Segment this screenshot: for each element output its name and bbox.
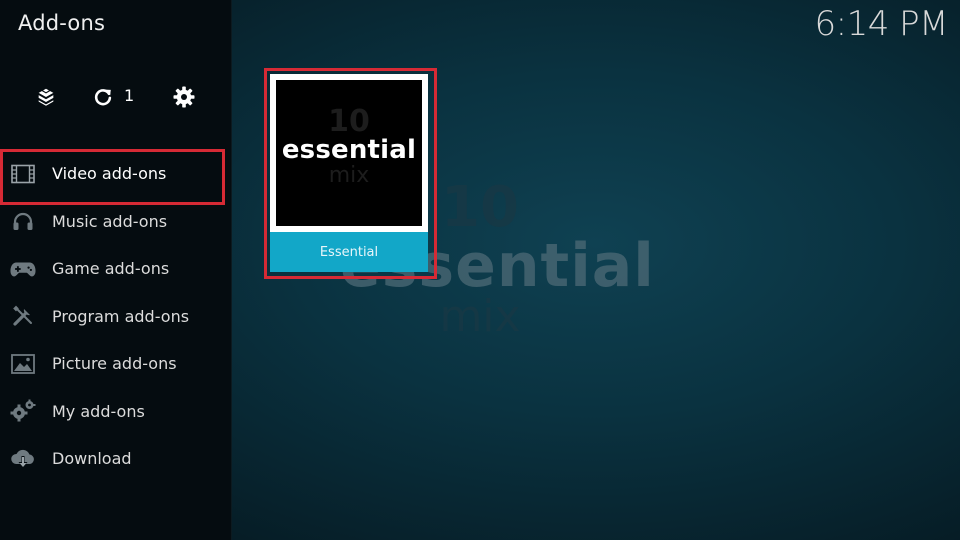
addon-art-title: essential — [281, 135, 417, 165]
update-count-badge: 1 — [124, 86, 135, 105]
toolbar — [0, 84, 232, 110]
sidebar-item-video-addons[interactable]: Video add-ons — [0, 150, 232, 198]
sidebar-item-label: Program add-ons — [52, 306, 190, 326]
dropbox-box-icon — [38, 88, 54, 106]
sidebar-menu: Video add-ons Music add-ons Game add-ons… — [0, 150, 232, 483]
film-strip-icon — [10, 161, 36, 187]
settings-button[interactable] — [171, 84, 197, 110]
sidebar-item-music-addons[interactable]: Music add-ons — [0, 198, 232, 246]
sidebar-item-label: Download — [52, 449, 132, 469]
check-updates-button[interactable] — [90, 84, 116, 110]
addon-art: 10 essential mix — [276, 80, 422, 226]
gear-icon — [173, 86, 195, 108]
addon-thumbnail: 10 essential mix — [270, 74, 428, 232]
install-from-zip-button[interactable] — [33, 84, 59, 110]
sidebar-item-picture-addons[interactable]: Picture add-ons — [0, 340, 232, 388]
addon-art-subtitle: mix — [328, 163, 370, 188]
sidebar-item-label: My add-ons — [52, 401, 145, 421]
addon-name-label: Essential — [270, 232, 428, 272]
picture-icon — [10, 351, 36, 377]
sidebar-item-label: Game add-ons — [52, 259, 170, 279]
gears-icon — [10, 398, 36, 424]
sidebar: Add-ons 1 Video add-ons Music add-ons Ga… — [0, 0, 232, 540]
sidebar-item-label: Picture add-ons — [52, 354, 177, 374]
fanart-subtitle: mix — [439, 291, 521, 342]
addon-tile-essential[interactable]: 10 essential mix Essential — [270, 74, 428, 272]
addon-art-number: 10 — [328, 104, 370, 139]
sidebar-item-download[interactable]: Download — [0, 435, 232, 483]
window-title: Add-ons — [18, 11, 106, 35]
refresh-icon — [94, 89, 112, 106]
tools-icon — [10, 303, 36, 329]
sidebar-item-my-addons[interactable]: My add-ons — [0, 388, 232, 436]
clock: 6:14 PM — [814, 4, 949, 44]
sidebar-item-label: Music add-ons — [52, 211, 168, 231]
headphones-icon — [10, 208, 36, 234]
sidebar-item-program-addons[interactable]: Program add-ons — [0, 293, 232, 341]
sidebar-item-game-addons[interactable]: Game add-ons — [0, 245, 232, 293]
sidebar-item-label: Video add-ons — [52, 164, 167, 184]
cloud-download-icon — [10, 446, 36, 472]
gamepad-icon — [10, 256, 36, 282]
